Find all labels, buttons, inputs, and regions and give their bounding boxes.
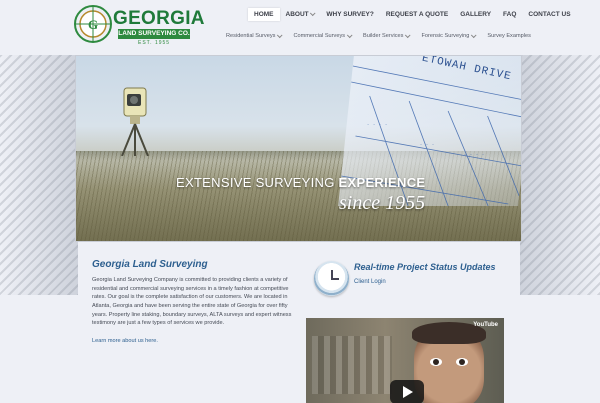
intro-body: Georgia Land Surveying Company is commit… bbox=[92, 277, 292, 327]
subnav-builder-label: Builder Services bbox=[363, 33, 404, 39]
logo-name: GEORGIA bbox=[113, 8, 205, 29]
subnav-examples[interactable]: Survey Examples bbox=[481, 33, 537, 39]
youtube-logo[interactable]: YouTube bbox=[473, 322, 498, 328]
chevron-down-icon bbox=[405, 32, 412, 39]
status-title: Real-time Project Status Updates bbox=[354, 262, 496, 272]
logo-subtitle: LAND SURVEYING CO. bbox=[118, 29, 190, 39]
nav-about-label: ABOUT bbox=[285, 11, 309, 18]
background-left-photo bbox=[0, 55, 78, 295]
nav-home[interactable]: HOME bbox=[248, 8, 280, 21]
background-right-photo bbox=[520, 55, 600, 295]
youtube-video-player[interactable]: YouTube bbox=[306, 318, 504, 403]
subnav-forensic[interactable]: Forensic Surveying bbox=[415, 32, 481, 39]
project-status-box: Real-time Project Status Updates Client … bbox=[312, 258, 522, 304]
clock-icon bbox=[314, 261, 349, 296]
nav-contact[interactable]: CONTACT US bbox=[522, 8, 576, 21]
headline-part2: EXPERIENCE bbox=[338, 175, 426, 190]
chevron-down-icon bbox=[471, 32, 477, 39]
svg-text:G: G bbox=[88, 17, 98, 32]
company-logo[interactable]: G GEORGIA LAND SURVEYING CO. EST. 1955 bbox=[73, 4, 205, 46]
compass-logo-icon: G bbox=[74, 5, 112, 43]
chevron-down-icon bbox=[346, 32, 353, 39]
subnav-forensic-label: Forensic Surveying bbox=[421, 33, 470, 39]
hero-headline: EXTENSIVE SURVEYING EXPERIENCE bbox=[176, 175, 425, 190]
chevron-down-icon bbox=[310, 10, 316, 17]
nav-about[interactable]: ABOUT bbox=[280, 8, 321, 21]
nav-request-quote[interactable]: REQUEST A QUOTE bbox=[380, 8, 454, 21]
chevron-down-icon bbox=[277, 32, 283, 39]
nav-gallery[interactable]: GALLERY bbox=[454, 8, 497, 21]
intro-title: Georgia Land Surveying bbox=[92, 259, 208, 270]
hero-banner: - - - - - - - - - - - ETOWAH DRIVE EXTEN… bbox=[75, 55, 522, 242]
learn-more-link[interactable]: Learn more about us here. bbox=[92, 338, 292, 344]
subnav-builder[interactable]: Builder Services bbox=[357, 32, 415, 39]
svg-text:- - -: - - - bbox=[419, 142, 435, 148]
subnav-commercial[interactable]: Commercial Surveys bbox=[287, 32, 357, 39]
total-station-icon bbox=[121, 87, 149, 156]
intro-section: Georgia Land Surveying Georgia Land Surv… bbox=[92, 259, 292, 344]
subnav-residential-label: Residential Surveys bbox=[226, 33, 276, 39]
nav-why-survey[interactable]: WHY SURVEY? bbox=[320, 8, 379, 21]
video-shelves bbox=[312, 336, 392, 394]
clock-minute-hand bbox=[331, 278, 339, 280]
headline-part1: EXTENSIVE SURVEYING bbox=[176, 175, 335, 190]
character-eye-left bbox=[430, 358, 442, 366]
logo-established: EST. 1955 bbox=[138, 40, 171, 46]
since-1955: since 1955 bbox=[339, 192, 426, 214]
play-icon[interactable] bbox=[390, 380, 424, 403]
services-navigation: Residential Surveys Commercial Surveys B… bbox=[220, 32, 537, 39]
nav-faq[interactable]: FAQ bbox=[497, 8, 522, 21]
svg-text:- - - -: - - - - bbox=[366, 122, 388, 128]
svg-text:- - - -: - - - - bbox=[463, 152, 485, 158]
client-login-link[interactable]: Client Login bbox=[354, 279, 386, 285]
subnav-commercial-label: Commercial Surveys bbox=[293, 33, 346, 39]
subnav-residential[interactable]: Residential Surveys bbox=[220, 32, 287, 39]
character-eye-right bbox=[456, 358, 468, 366]
main-navigation: HOME ABOUT WHY SURVEY? REQUEST A QUOTE G… bbox=[248, 8, 577, 21]
